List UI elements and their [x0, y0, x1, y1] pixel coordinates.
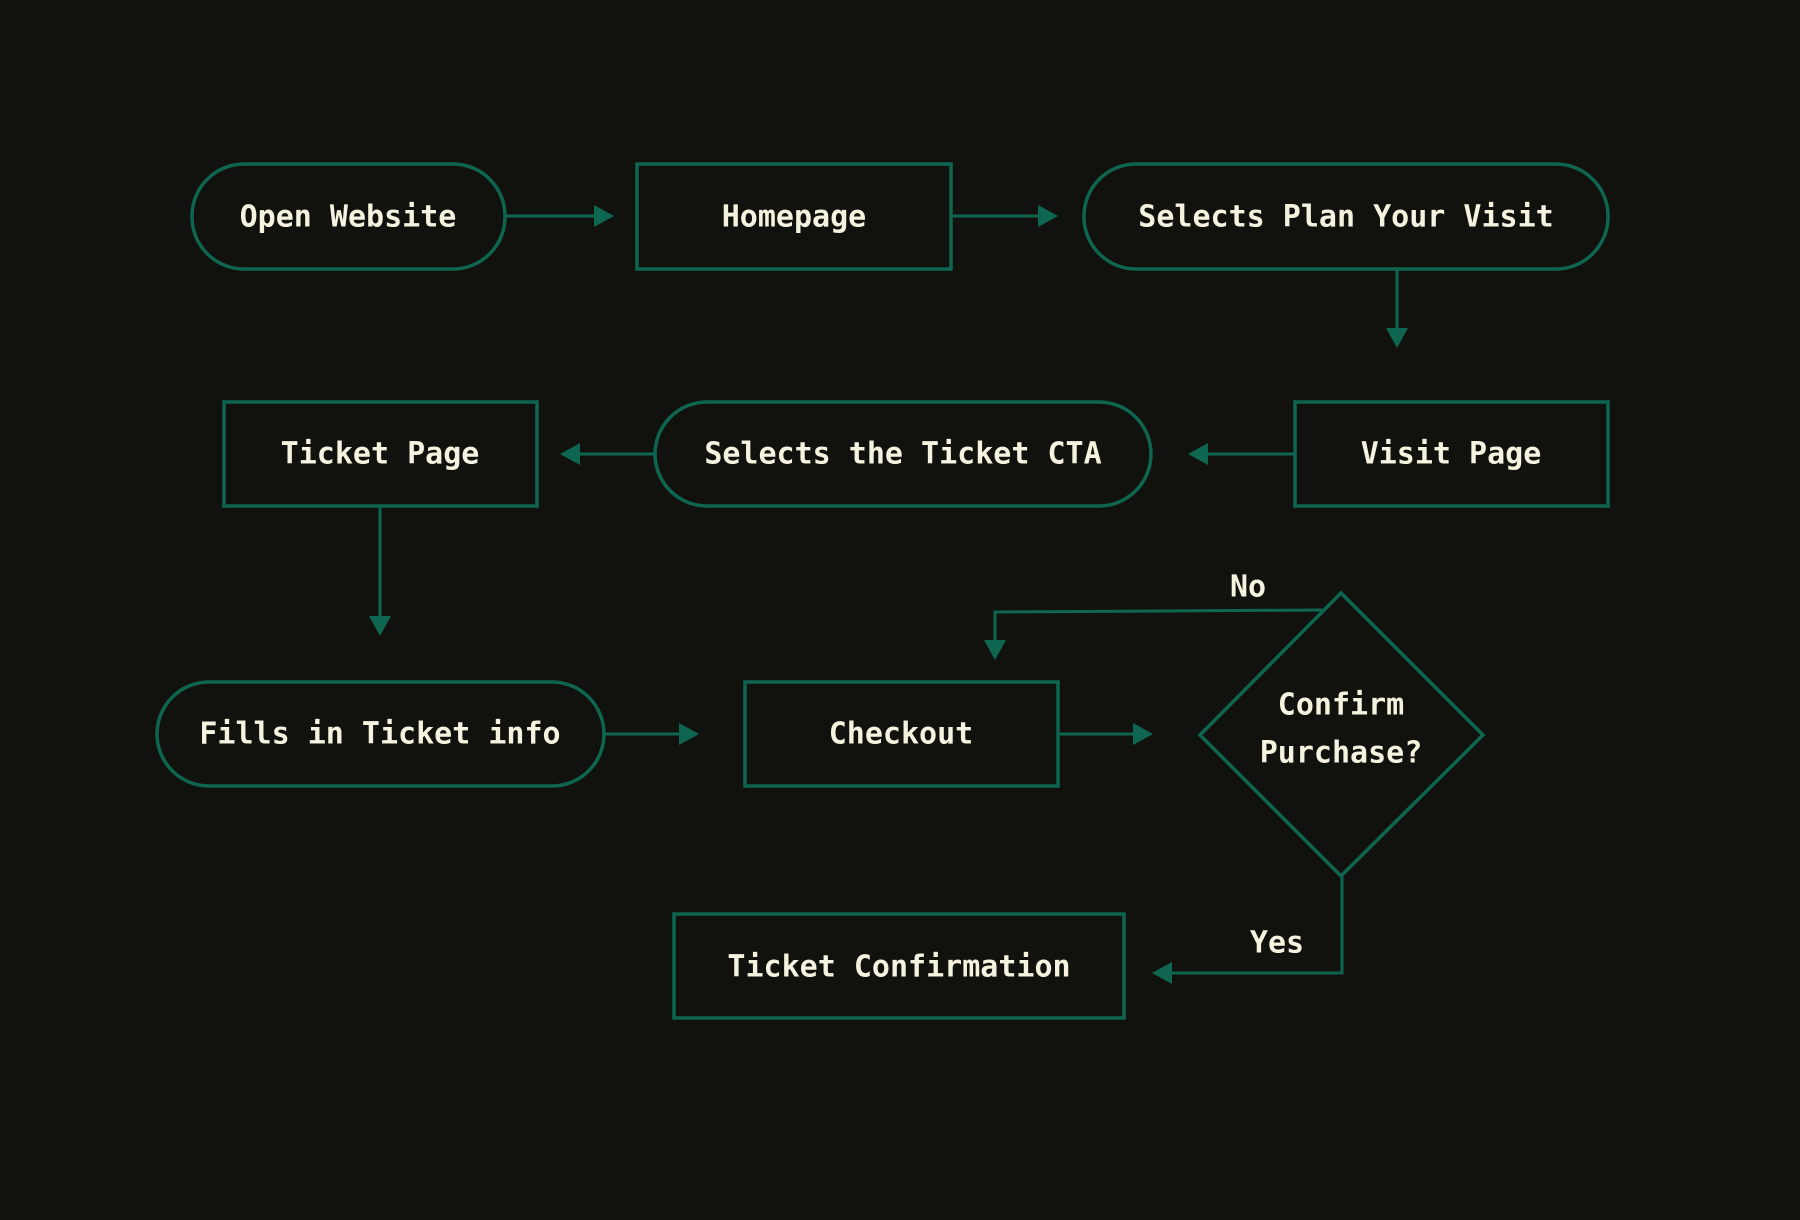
arrowhead-icon [560, 443, 580, 465]
label-checkout: Checkout [829, 717, 974, 752]
edge-visit-to-cta [1188, 443, 1295, 465]
edge-label-no: No [1230, 570, 1266, 605]
arrowhead-icon [984, 640, 1006, 660]
arrowhead-icon [679, 723, 699, 745]
edge-confirm-yes [1152, 876, 1344, 984]
edge-cta-to-ticketpage [560, 443, 655, 465]
edge-checkout-to-confirm [1058, 723, 1153, 745]
flowchart: Open Website Homepage Selects Plan Your … [155, 162, 1610, 1020]
arrowhead-icon [1133, 723, 1153, 745]
label-ticket-page: Ticket Page [281, 437, 480, 472]
arrowhead-icon [1038, 205, 1058, 227]
edge-open-to-home [505, 205, 614, 227]
edge-confirm-no [984, 608, 1323, 660]
label-ticket-confirmation: Ticket Confirmation [727, 950, 1070, 985]
label-fills-info: Fills in Ticket info [199, 717, 560, 752]
label-homepage: Homepage [722, 200, 867, 235]
node-confirm-purchase [1197, 590, 1486, 879]
edge-label-yes: Yes [1250, 926, 1304, 961]
arrowhead-icon [1386, 328, 1408, 348]
edge-home-to-plan [951, 205, 1058, 227]
label-open-website: Open Website [240, 200, 457, 235]
label-visit-page: Visit Page [1361, 437, 1542, 472]
label-selects-plan: Selects Plan Your Visit [1138, 200, 1553, 235]
edge-plan-to-visit [1386, 269, 1408, 348]
edge-fills-to-checkout [604, 723, 699, 745]
label-confirm-line1: Confirm [1278, 688, 1404, 723]
label-confirm-line2: Purchase? [1260, 736, 1423, 771]
arrowhead-icon [1152, 962, 1172, 984]
arrowhead-icon [1188, 443, 1208, 465]
arrowhead-icon [369, 616, 391, 636]
label-selects-ticket-cta: Selects the Ticket CTA [704, 437, 1101, 472]
arrowhead-icon [594, 205, 614, 227]
edge-ticketpage-to-fills [369, 506, 391, 636]
